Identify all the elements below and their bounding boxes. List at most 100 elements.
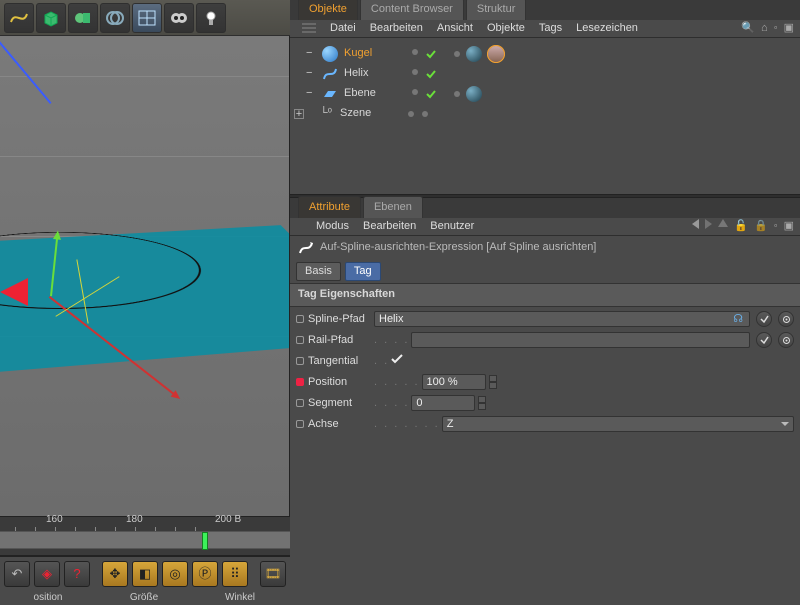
sphere-icon — [322, 46, 338, 62]
object-manager-tabs: Objekte Content Browser Struktur — [290, 0, 800, 20]
keyframe-indicator[interactable] — [296, 378, 304, 386]
cube-icon[interactable] — [36, 3, 66, 33]
segment-spinner[interactable] — [478, 396, 486, 410]
achse-select[interactable]: Z — [442, 416, 794, 432]
tool-film-icon[interactable]: 🎞 — [260, 561, 286, 587]
prop-rail-pfad: Rail-Pfad. . . . — [296, 330, 794, 351]
axis-handle-x[interactable] — [0, 278, 28, 306]
menu-ansicht[interactable]: Ansicht — [437, 21, 473, 36]
menu-objekte[interactable]: Objekte — [487, 21, 525, 36]
properties: Spline-Pfad Helix☊ Rail-Pfad. . . . Tang… — [290, 307, 800, 435]
unlock-icon[interactable]: 🔓 — [734, 219, 748, 234]
segment-field[interactable]: 0 — [411, 395, 475, 411]
boole-icon[interactable] — [100, 3, 130, 33]
footer-angle-label: Winkel — [192, 591, 288, 605]
attribute-tabs: Attribute Ebenen — [290, 198, 800, 218]
visibility-check[interactable] — [426, 69, 436, 79]
camera-icon[interactable] — [164, 3, 194, 33]
nav-forward-icon[interactable] — [705, 219, 712, 229]
pick-icon[interactable] — [756, 332, 772, 348]
tool-grid-icon[interactable]: ⠿ — [222, 561, 248, 587]
object-list: − Kugel − Helix − Ebene + └⁰ Szene — [290, 38, 800, 194]
viewport[interactable] — [0, 36, 290, 516]
menu-bearbeiten[interactable]: Bearbeiten — [370, 21, 423, 36]
footer-size-label: Größe — [96, 591, 192, 605]
helix-icon — [322, 67, 338, 81]
plane-tool-icon[interactable] — [132, 3, 162, 33]
subtab-basis[interactable]: Basis — [296, 262, 341, 281]
tool-aim-icon[interactable]: ◈ — [34, 561, 60, 587]
light-icon[interactable] — [196, 3, 226, 33]
visibility-check[interactable] — [426, 49, 436, 59]
align-to-spline-tag[interactable] — [488, 46, 504, 62]
object-name[interactable]: Ebene — [344, 86, 404, 101]
target-icon[interactable] — [778, 311, 794, 327]
axis-z — [0, 36, 52, 104]
prop-position: Position. . . . . 100 % — [296, 372, 794, 393]
tangential-checkbox[interactable] — [391, 353, 405, 370]
tool-p-icon[interactable]: Ⓟ — [192, 561, 218, 587]
menu-benutzer[interactable]: Benutzer — [430, 219, 474, 234]
tool-move-icon[interactable]: ✥ — [102, 561, 128, 587]
object-name[interactable]: Helix — [344, 66, 404, 81]
target-icon[interactable] — [778, 332, 794, 348]
object-row-szene[interactable]: + └⁰ Szene — [294, 104, 796, 124]
menu-bearbeiten[interactable]: Bearbeiten — [363, 219, 416, 234]
timeline[interactable]: 160 180 200 B — [0, 516, 290, 556]
prop-achse: Achse. . . . . . . Z — [296, 414, 794, 435]
menu-lesezeichen[interactable]: Lesezeichen — [576, 21, 638, 36]
object-name[interactable]: Szene — [340, 106, 400, 121]
object-name[interactable]: Kugel — [344, 46, 404, 61]
tool-rotate-icon[interactable]: ◎ — [162, 561, 188, 587]
tick-label: 180 — [126, 513, 143, 527]
home-icon[interactable]: ⌂ — [761, 21, 768, 36]
menu-tags[interactable]: Tags — [539, 21, 562, 36]
position-field[interactable]: 100 % — [422, 374, 486, 390]
frame-end-label: 200 B — [215, 513, 241, 527]
prop-segment: Segment. . . . 0 — [296, 393, 794, 414]
spline-pfad-field[interactable]: Helix☊ — [374, 311, 750, 327]
expression-title: Auf-Spline-ausrichten-Expression [Auf Sp… — [320, 240, 596, 255]
tab-content-browser[interactable]: Content Browser — [360, 0, 464, 20]
tick-label: 160 — [46, 513, 63, 527]
search-icon[interactable]: 🔍 — [741, 21, 755, 36]
object-row-kugel[interactable]: − Kugel — [294, 44, 796, 64]
menu-datei[interactable]: Datei — [330, 21, 356, 36]
dock-icon[interactable]: ◦ — [774, 21, 778, 36]
visibility-check[interactable] — [426, 89, 436, 99]
prop-spline-pfad: Spline-Pfad Helix☊ — [296, 309, 794, 330]
primitive-icon[interactable] — [68, 3, 98, 33]
link-icon[interactable]: ☊ — [733, 312, 743, 327]
object-row-ebene[interactable]: − Ebene — [294, 84, 796, 104]
align-to-spline-icon — [298, 240, 314, 256]
rail-pfad-field[interactable] — [411, 332, 750, 348]
position-spinner[interactable] — [489, 375, 497, 389]
scene-icon: └⁰ — [318, 106, 334, 121]
bottom-toolbar: ↶ ◈ ? ✥ ◧ ◎ Ⓟ ⠿ 🎞 osition Größe Winkel — [0, 556, 290, 600]
nav-up-icon[interactable] — [718, 219, 728, 227]
attribute-menu: Modus Bearbeiten Benutzer 🔓 🔒 ◦ ▣ — [290, 218, 800, 236]
plane-icon — [322, 89, 338, 99]
pick-icon[interactable] — [756, 311, 772, 327]
menu-modus[interactable]: Modus — [316, 219, 349, 234]
prop-tangential: Tangential. . — [296, 351, 794, 372]
tab-objekte[interactable]: Objekte — [298, 0, 358, 20]
material-tag[interactable] — [466, 86, 482, 102]
tool-help-icon[interactable]: ? — [64, 561, 90, 587]
expand-icon[interactable]: ▣ — [784, 21, 794, 36]
lock-icon[interactable]: 🔒 — [754, 219, 768, 234]
expand-icon[interactable]: ▣ — [784, 219, 794, 234]
dock-icon[interactable]: ◦ — [774, 219, 778, 234]
spline-icon[interactable] — [4, 3, 34, 33]
playhead[interactable] — [202, 532, 208, 550]
tool-undo-icon[interactable]: ↶ — [4, 561, 30, 587]
section-tag-eigenschaften: Tag Eigenschaften — [290, 283, 800, 306]
tool-scale-icon[interactable]: ◧ — [132, 561, 158, 587]
tab-attribute[interactable]: Attribute — [298, 196, 361, 218]
nav-back-icon[interactable] — [692, 219, 699, 229]
material-tag[interactable] — [466, 46, 482, 62]
tab-ebenen[interactable]: Ebenen — [363, 196, 423, 218]
tab-struktur[interactable]: Struktur — [466, 0, 527, 20]
subtab-tag[interactable]: Tag — [345, 262, 381, 281]
object-row-helix[interactable]: − Helix — [294, 64, 796, 84]
